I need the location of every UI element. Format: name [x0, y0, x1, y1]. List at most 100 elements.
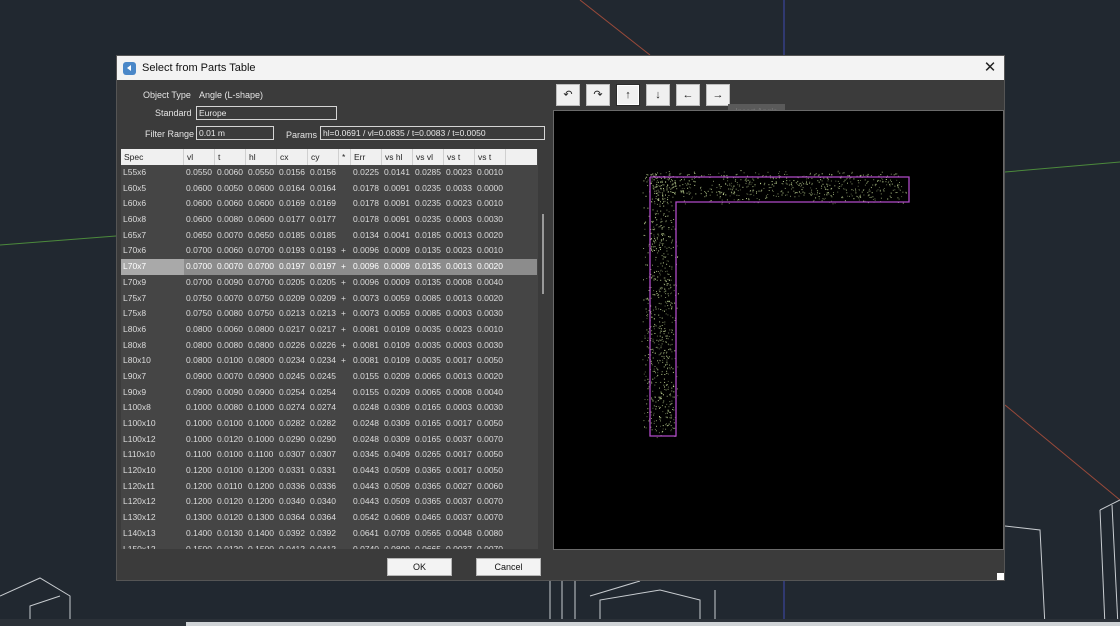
- table-row[interactable]: L90x7 0.0900 0.0070 0.0900 0.0245 0.0245 0.015…: [121, 369, 537, 385]
- column-header-match[interactable]: *: [339, 149, 351, 165]
- table-row[interactable]: L75x8 0.0750 0.0080 0.0750 0.0213 0.0213 +0.00…: [121, 306, 537, 322]
- cell-cx: 0.0274: [279, 402, 305, 413]
- close-button[interactable]: ✕: [980, 58, 1000, 78]
- cell-hl: 0.0800: [248, 339, 274, 350]
- table-row[interactable]: L65x7 0.0650 0.0070 0.0650 0.0185 0.0185 0.013…: [121, 228, 537, 244]
- cell-hl: 0.1200: [248, 496, 274, 507]
- table-row[interactable]: L100x10 0.1000 0.0100 0.1000 0.0282 0.0282 0.0…: [121, 416, 537, 432]
- column-header-vs-hl[interactable]: vs hl: [382, 149, 413, 165]
- column-header-cy[interactable]: cy: [308, 149, 339, 165]
- preview-canvas[interactable]: [553, 110, 1004, 550]
- cell-vs-hl: 0.0509: [384, 465, 410, 476]
- cell-vl: 0.1300: [186, 512, 212, 523]
- params-field[interactable]: hl=0.0691 / vl=0.0835 / t=0.0083 / t=0.0…: [320, 126, 545, 140]
- table-row[interactable]: L80x10 0.0800 0.0100 0.0800 0.0234 0.0234 +0.0…: [121, 353, 537, 369]
- table-row[interactable]: L90x9 0.0900 0.0090 0.0900 0.0254 0.0254 0.015…: [121, 385, 537, 401]
- cell-vs-t: 0.0008: [446, 386, 472, 397]
- table-row[interactable]: L100x12 0.1000 0.0120 0.1000 0.0290 0.0290 0.0…: [121, 432, 537, 448]
- dialog-titlebar[interactable]: Select from Parts Table ✕: [117, 56, 1004, 80]
- cell-match: +: [341, 245, 346, 256]
- cell-hl: 0.0700: [248, 276, 274, 287]
- filter-range-input[interactable]: 0.01 m: [196, 126, 274, 140]
- table-row[interactable]: L80x6 0.0800 0.0060 0.0800 0.0217 0.0217 +0.00…: [121, 322, 537, 338]
- table-row[interactable]: L70x9 0.0700 0.0090 0.0700 0.0205 0.0205 +0.00…: [121, 275, 537, 291]
- horizontal-scrollbar[interactable]: [186, 622, 1120, 626]
- cell-vs-t: 0.0048: [446, 527, 472, 538]
- arrow-left-button[interactable]: ←: [676, 84, 700, 106]
- cell-cy: 0.0217: [310, 323, 336, 334]
- cell-vs-hl: 0.0091: [384, 198, 410, 209]
- cell-hl: 0.0800: [248, 355, 274, 366]
- table-row[interactable]: L80x8 0.0800 0.0080 0.0800 0.0226 0.0226 +0.00…: [121, 338, 537, 354]
- table-row[interactable]: L100x8 0.1000 0.0080 0.1000 0.0274 0.0274 0.02…: [121, 400, 537, 416]
- cancel-button[interactable]: Cancel: [476, 558, 541, 576]
- table-row[interactable]: L120x12 0.1200 0.0120 0.1200 0.0340 0.0340 0.0…: [121, 494, 537, 510]
- cell-spec: L150x12: [123, 543, 156, 550]
- column-header-vs-vl[interactable]: vs vl: [413, 149, 444, 165]
- cell-vs-vl: 0.0285: [415, 167, 441, 177]
- arrow-up-button[interactable]: ↑: [616, 84, 640, 106]
- cell-vs-t2: 0.0020: [477, 370, 503, 381]
- cell-vs-t2: 0.0030: [477, 214, 503, 225]
- rotate-ccw-button[interactable]: ↶: [556, 84, 580, 106]
- parts-table: Spec vl t hl cx cy * Err vs hl vs vl vs t vs t L55x…: [121, 149, 548, 549]
- column-header-vs-t2[interactable]: vs t: [475, 149, 506, 165]
- cell-vs-vl: 0.0135: [415, 276, 441, 287]
- table-body: L55x6 0.0550 0.0060 0.0550 0.0156 0.0156 0.022…: [121, 165, 537, 549]
- cell-vs-t2: 0.0070: [477, 543, 503, 550]
- column-header-spec[interactable]: Spec: [121, 149, 184, 165]
- cell-err: 0.0345: [353, 449, 379, 460]
- point-cloud-preview: [641, 170, 910, 439]
- table-row[interactable]: L60x8 0.0600 0.0080 0.0600 0.0177 0.0177 0.017…: [121, 212, 537, 228]
- cell-vs-t: 0.0013: [446, 292, 472, 303]
- arrow-down-button[interactable]: ↓: [646, 84, 670, 106]
- cell-spec: L110x10: [123, 449, 155, 460]
- cell-hl: 0.0600: [248, 214, 274, 225]
- cell-t: 0.0130: [217, 527, 243, 538]
- column-header-err[interactable]: Err: [351, 149, 382, 165]
- standard-field[interactable]: Europe: [196, 106, 337, 120]
- table-row[interactable]: L110x10 0.1100 0.0100 0.1100 0.0307 0.0307 0.0…: [121, 447, 537, 463]
- cell-err: 0.0081: [353, 323, 379, 334]
- cell-vs-hl: 0.0059: [384, 308, 410, 319]
- cell-vl: 0.0800: [186, 339, 212, 350]
- scrollbar-thumb[interactable]: [542, 214, 544, 294]
- column-header-hl[interactable]: hl: [246, 149, 277, 165]
- cell-cy: 0.0177: [310, 214, 336, 225]
- column-header-vs-t[interactable]: vs t: [444, 149, 475, 165]
- table-row[interactable]: L120x11 0.1200 0.0110 0.1200 0.0336 0.0336 0.0…: [121, 479, 537, 495]
- cell-vs-hl: 0.0091: [384, 182, 410, 193]
- cell-vl: 0.0750: [186, 292, 212, 303]
- cell-vs-t2: 0.0080: [477, 527, 503, 538]
- table-row[interactable]: L70x7 0.0700 0.0070 0.0700 0.0197 0.0197 +0.00…: [121, 259, 537, 275]
- cell-hl: 0.1000: [248, 402, 274, 413]
- table-row[interactable]: L130x12 0.1300 0.0120 0.1300 0.0364 0.0364 0.0…: [121, 510, 537, 526]
- rotate-cw-button[interactable]: ↷: [586, 84, 610, 106]
- column-header-t[interactable]: t: [215, 149, 246, 165]
- cell-spec: L140x13: [123, 527, 156, 538]
- cell-spec: L100x10: [123, 418, 156, 428]
- cell-vs-hl: 0.0041: [384, 229, 410, 240]
- table-scrollbar[interactable]: [538, 149, 548, 549]
- cell-t: 0.0100: [217, 465, 243, 476]
- column-header-cx[interactable]: cx: [277, 149, 308, 165]
- cell-t: 0.0070: [217, 261, 243, 272]
- cell-cy: 0.0290: [310, 433, 336, 444]
- ok-button[interactable]: OK: [387, 558, 452, 576]
- table-row[interactable]: L70x6 0.0700 0.0060 0.0700 0.0193 0.0193 +0.00…: [121, 243, 537, 259]
- arrow-right-button[interactable]: →: [706, 84, 730, 106]
- table-row[interactable]: L120x10 0.1200 0.0100 0.1200 0.0331 0.0331 0.0…: [121, 463, 537, 479]
- table-row[interactable]: L140x13 0.1400 0.0130 0.1400 0.0392 0.0392 0.0…: [121, 526, 537, 542]
- resize-grip[interactable]: [997, 573, 1004, 580]
- cell-match: +: [341, 292, 346, 303]
- table-row[interactable]: L60x6 0.0600 0.0060 0.0600 0.0169 0.0169 0.017…: [121, 196, 537, 212]
- table-row[interactable]: L150x12 0.1500 0.0120 0.1500 0.0412 0.0412 0.0…: [121, 542, 537, 550]
- cell-hl: 0.1000: [248, 418, 274, 428]
- table-row[interactable]: L55x6 0.0550 0.0060 0.0550 0.0156 0.0156 0.022…: [121, 165, 537, 181]
- cell-vs-vl: 0.0065: [415, 370, 441, 381]
- column-header-vl[interactable]: vl: [184, 149, 215, 165]
- cell-vs-vl: 0.0265: [415, 449, 441, 460]
- table-row[interactable]: L60x5 0.0600 0.0050 0.0600 0.0164 0.0164 0.017…: [121, 181, 537, 197]
- table-row[interactable]: L75x7 0.0750 0.0070 0.0750 0.0209 0.0209 +0.00…: [121, 291, 537, 307]
- cell-spec: L70x6: [123, 245, 147, 256]
